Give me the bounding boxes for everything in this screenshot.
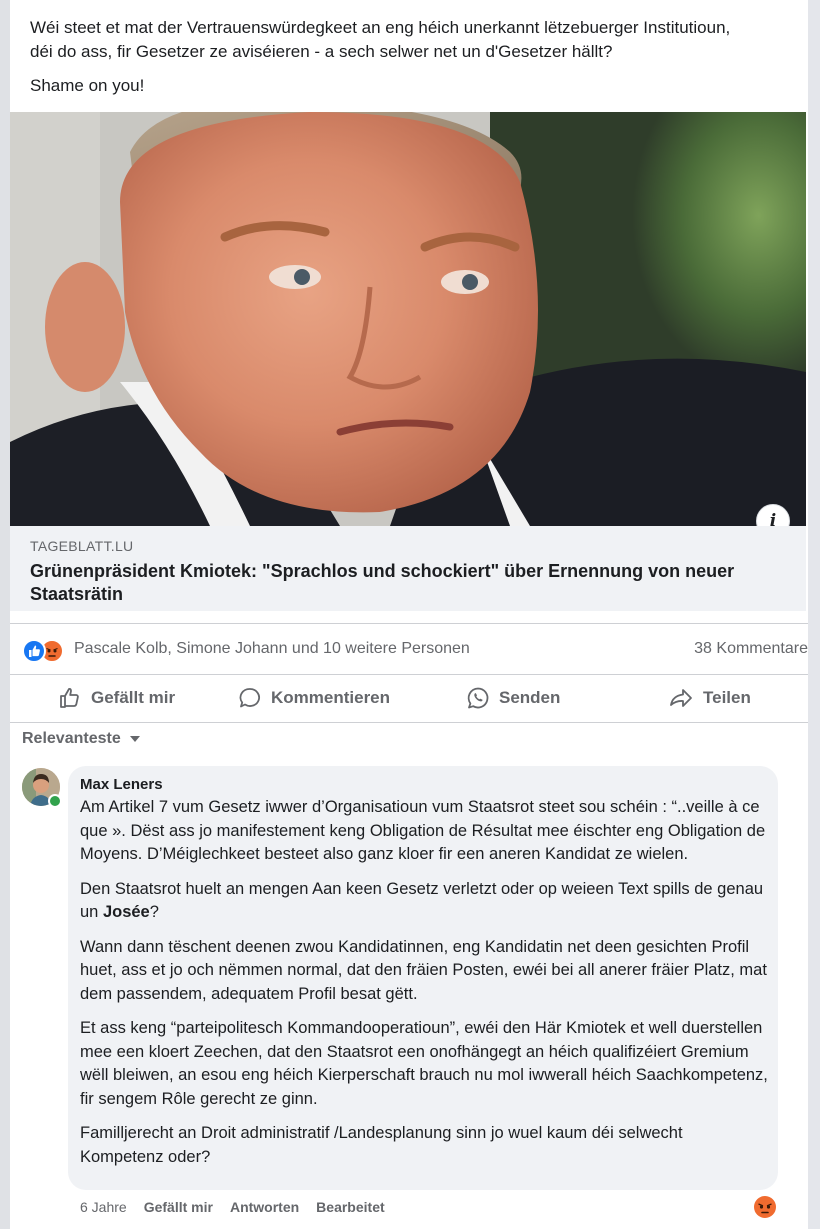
comment-bubble-icon (239, 688, 260, 708)
comment-paragraph-1: Am Artikel 7 vum Gesetz iwwer d’Organisa… (80, 798, 766, 863)
comment-paragraph-3: Wann dann tëschent deenen zwou Kandidati… (80, 937, 767, 1003)
frame-left-border (0, 0, 10, 1229)
comment-body: Am Artikel 7 vum Gesetz iwwer d’Organisa… (80, 796, 770, 1180)
post-text: Wéi steet et mat der Vertrauenswürdegkee… (30, 16, 800, 108)
link-preview-image[interactable]: i (10, 112, 806, 526)
reactions-summary: Pascale Kolb, Simone Johann und 10 weite… (22, 636, 810, 664)
share-button[interactable]: Teilen (668, 682, 751, 714)
mention-josee[interactable]: Josée (103, 903, 150, 921)
comment-author[interactable]: Max Leners (80, 776, 163, 793)
caret-down-icon (129, 736, 140, 742)
frame-right-border (808, 0, 820, 1229)
like-button[interactable]: Gefällt mir (58, 682, 175, 714)
reactors-text[interactable]: Pascale Kolb, Simone Johann und 10 weite… (74, 640, 470, 658)
comment-paragraph-2-end: ? (149, 903, 159, 921)
comment-button-label: Kommentieren (271, 688, 391, 707)
divider (10, 722, 808, 723)
comment-paragraph-2-text: Den Staatsrot huelt an mengen Aan keen G… (80, 879, 764, 922)
share-arrow-icon (670, 689, 692, 707)
send-button-label: Senden (499, 688, 561, 707)
post-actions: Gefällt mir Kommentieren Senden Teilen (10, 676, 808, 720)
comment-edited-label: Bearbeitet (316, 1199, 385, 1215)
divider (10, 674, 808, 675)
comment-timestamp[interactable]: 6 Jahre (80, 1199, 127, 1215)
link-preview-meta[interactable]: TAGEBLATT.LU Grünenpräsident Kmiotek: "S… (10, 526, 806, 611)
portrait-photo (10, 112, 806, 526)
comments-count[interactable]: 38 Kommentare (694, 640, 808, 658)
online-status-dot (48, 794, 62, 808)
like-icon (22, 639, 46, 663)
link-title[interactable]: Grünenpräsident Kmiotek: "Sprachlos und … (30, 560, 750, 606)
sort-label: Relevanteste (22, 730, 121, 747)
comment-paragraph-4: Et ass keng “parteipolitesch Kommandoope… (80, 1019, 768, 1108)
send-button[interactable]: Senden (466, 682, 560, 714)
comment-meta: 6 Jahre Gefällt mir Antworten Bearbeitet (80, 1199, 385, 1215)
post-text-paragraph-2: Shame on you! (30, 76, 145, 95)
reaction-icons[interactable] (22, 637, 70, 663)
whatsapp-icon (467, 687, 489, 709)
comment-button[interactable]: Kommentieren (238, 682, 390, 714)
comment-paragraph-2: Den Staatsrot huelt an mengen Aan keen G… (80, 878, 770, 925)
comment-paragraph-5: Familljerecht an Droit administratif /La… (80, 1124, 683, 1166)
angry-icon[interactable] (754, 1196, 776, 1218)
post-text-line-2: déi do ass, fir Gesetzer ze aviséieren -… (30, 42, 613, 61)
comment-bubble: Max Leners Am Artikel 7 vum Gesetz iwwer… (68, 766, 778, 1190)
thumbs-up-icon (60, 688, 79, 708)
like-button-label: Gefällt mir (91, 688, 176, 707)
comment-like-link[interactable]: Gefällt mir (144, 1199, 213, 1215)
link-domain: TAGEBLATT.LU (30, 538, 134, 554)
divider (10, 623, 808, 624)
share-button-label: Teilen (703, 688, 751, 707)
post-text-line-1: Wéi steet et mat der Vertrauenswürdegkee… (30, 18, 731, 37)
post-text-paragraph-1: Wéi steet et mat der Vertrauenswürdegkee… (30, 16, 800, 64)
comment-sort-dropdown[interactable]: Relevanteste (22, 730, 141, 748)
comment-reply-link[interactable]: Antworten (230, 1199, 299, 1215)
